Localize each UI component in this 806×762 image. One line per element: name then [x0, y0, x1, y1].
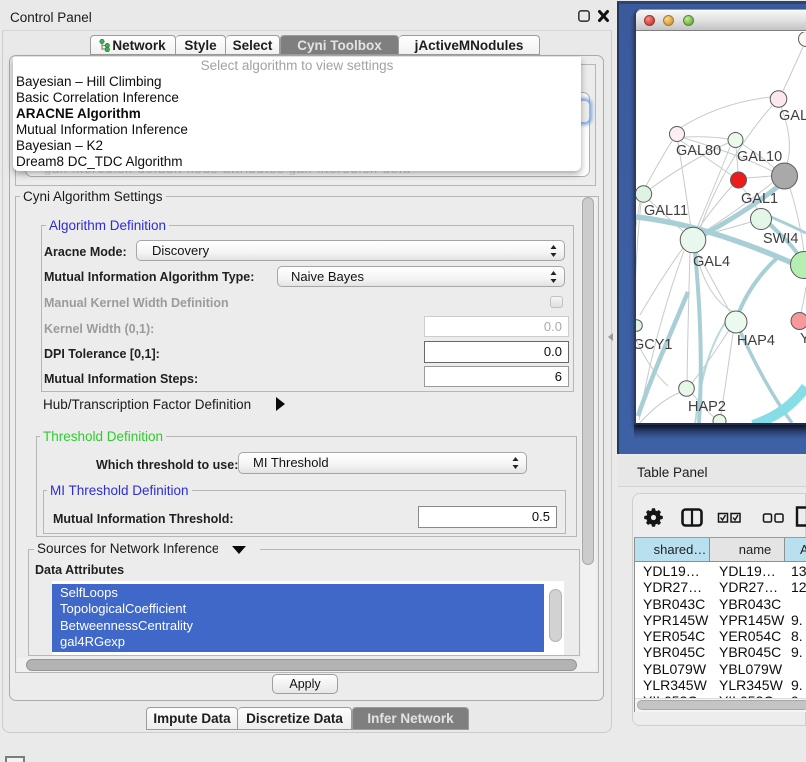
svg-text:HAP4: HAP4 [737, 333, 775, 349]
svg-text:GAL4: GAL4 [693, 254, 730, 270]
svg-text:SWI4: SWI4 [763, 231, 798, 247]
svg-text:GAL11: GAL11 [644, 203, 688, 219]
svg-text:GAL10: GAL10 [737, 149, 782, 165]
svg-text:GCY1: GCY1 [636, 337, 673, 353]
svg-text:GAL7: GAL7 [779, 108, 806, 124]
svg-text:HAP2: HAP2 [688, 399, 726, 415]
svg-text:GAL1: GAL1 [741, 191, 778, 207]
svg-text:GAL80: GAL80 [676, 143, 721, 159]
svg-text:YD: YD [800, 331, 806, 347]
